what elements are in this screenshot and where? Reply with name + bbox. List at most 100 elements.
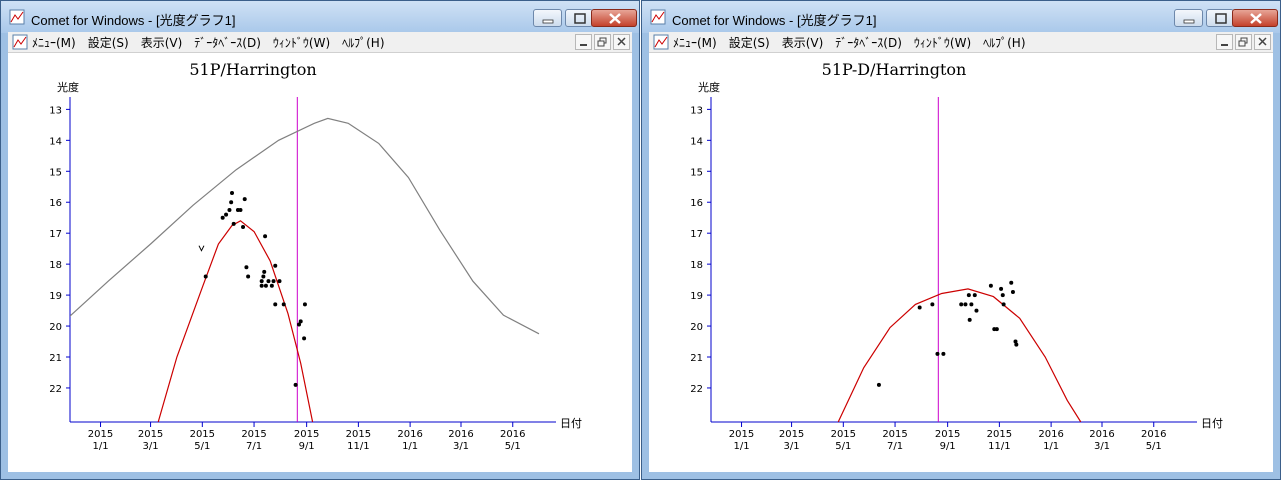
observation-point xyxy=(266,279,271,284)
observation-point xyxy=(273,302,278,307)
x-tick-label-year: 2015 xyxy=(88,429,113,440)
x-tick-label-date: 1/1 xyxy=(92,441,108,452)
graph-app-icon xyxy=(650,9,666,25)
observation-point xyxy=(959,302,964,307)
observation-point xyxy=(229,200,234,205)
menu-item-database[interactable]: ﾃﾞｰﾀﾍﾞｰｽ(D) xyxy=(835,36,902,50)
chart-title: 51P-D/Harrington xyxy=(822,60,967,79)
window-title: Comet for Windows - [光度グラフ1] xyxy=(672,13,877,28)
maximize-button[interactable] xyxy=(565,9,593,27)
minimize-button[interactable] xyxy=(1174,9,1203,27)
y-tick-label: 20 xyxy=(690,322,703,333)
maximize-button[interactable] xyxy=(1206,9,1234,27)
magnitude-chart: 51P-D/Harrington 光度 日付 13 14 15 16 17 18 19 20 2… xyxy=(690,60,1223,452)
x-tick-label-date: 5/1 xyxy=(194,441,210,452)
observation-point xyxy=(298,319,303,324)
predicted-light-curve xyxy=(70,117,540,335)
menu-item-database[interactable]: ﾃﾞｰﾀﾍﾞｰｽ(D) xyxy=(194,36,261,50)
graph-client-area: 51P/Harrington 光度 日付 13 14 15 16 17 18 19 20 21 2… xyxy=(8,53,632,472)
menu-item-settings[interactable]: 設定(S) xyxy=(88,36,129,50)
restore-icon xyxy=(1238,37,1248,47)
close-icon xyxy=(609,13,621,24)
x-tick-label-year: 2015 xyxy=(346,429,371,440)
fitted-light-curve xyxy=(157,220,314,422)
observation-point xyxy=(242,197,247,202)
window-title: Comet for Windows - [光度グラフ1] xyxy=(31,13,236,28)
y-tick-label: 22 xyxy=(49,384,62,395)
y-tick-label: 13 xyxy=(690,105,703,116)
observation-point xyxy=(269,283,274,288)
child-minimize-button[interactable] xyxy=(575,34,592,50)
x-tick-label-date: 9/1 xyxy=(940,441,956,452)
x-tick-label-date: 1/1 xyxy=(733,441,749,452)
observation-point xyxy=(999,286,1004,291)
y-tick-label: 16 xyxy=(690,198,703,209)
observation-point xyxy=(1010,290,1015,294)
observation-point xyxy=(963,302,968,307)
close-button[interactable] xyxy=(591,9,637,27)
observation-point xyxy=(972,293,977,298)
fitted-light-curve xyxy=(837,288,1082,422)
graph-doc-icon[interactable] xyxy=(12,34,28,50)
observation-point xyxy=(263,283,268,288)
observation-point xyxy=(277,279,282,284)
observation-point xyxy=(966,293,971,298)
observation-point xyxy=(262,269,267,274)
observation-point xyxy=(967,317,972,322)
observation-point xyxy=(230,190,234,195)
menu-item-menu[interactable]: ﾒﾆｭｰ(M) xyxy=(32,36,76,50)
x-tick-label-date: 3/1 xyxy=(784,441,800,452)
x-tick-label-year: 2015 xyxy=(779,429,804,440)
menu-item-window[interactable]: ｳｨﾝﾄﾞｳ(W) xyxy=(273,36,330,50)
title-bar[interactable]: Comet for Windows - [光度グラフ1] xyxy=(1,1,639,33)
child-restore-button[interactable] xyxy=(1235,34,1252,50)
menu-item-help[interactable]: ﾍﾙﾌﾟ(H) xyxy=(342,36,384,50)
minimize-icon xyxy=(542,19,554,24)
x-tick-label-date: 11/1 xyxy=(988,441,1010,452)
title-bar[interactable]: Comet for Windows - [光度グラフ1] xyxy=(642,1,1280,33)
x-tick-label-year: 2015 xyxy=(987,429,1012,440)
graph-doc-icon[interactable] xyxy=(653,34,669,50)
chart-title: 51P/Harrington xyxy=(189,60,316,79)
child-minimize-button[interactable] xyxy=(1216,34,1233,50)
child-close-button[interactable] xyxy=(613,34,630,50)
y-tick-label: 19 xyxy=(690,291,703,302)
menu-item-window[interactable]: ｳｨﾝﾄﾞｳ(W) xyxy=(914,36,971,50)
observation-point xyxy=(246,274,251,279)
x-tick-label-year: 2015 xyxy=(882,429,907,440)
x-tick-label-year: 2015 xyxy=(190,429,215,440)
y-tick-label: 13 xyxy=(49,105,62,116)
observation-point xyxy=(935,351,940,356)
child-restore-button[interactable] xyxy=(594,34,611,50)
observation-point xyxy=(1000,293,1005,298)
y-tick-label: 14 xyxy=(49,136,62,147)
y-tick-label: 21 xyxy=(690,353,703,364)
x-tick-label-year: 2016 xyxy=(500,429,525,440)
y-tick-label: 14 xyxy=(690,136,703,147)
observation-point xyxy=(281,302,286,307)
observation-point xyxy=(930,302,935,307)
y-tick-label: 16 xyxy=(49,198,62,209)
upper-limit-marker xyxy=(198,245,205,252)
x-tick-label-date: 7/1 xyxy=(246,441,262,452)
menu-item-settings[interactable]: 設定(S) xyxy=(729,36,770,50)
observation-point xyxy=(263,234,268,239)
observation-point xyxy=(220,215,225,220)
menu-item-help[interactable]: ﾍﾙﾌﾟ(H) xyxy=(983,36,1025,50)
minimize-button[interactable] xyxy=(533,9,562,27)
menu-item-menu[interactable]: ﾒﾆｭｰ(M) xyxy=(673,36,717,50)
observation-point xyxy=(969,302,974,307)
menu-item-view[interactable]: 表示(V) xyxy=(782,36,824,50)
menu-item-view[interactable]: 表示(V) xyxy=(141,36,183,50)
graph-app-icon xyxy=(9,9,25,25)
x-tick-label-date: 5/1 xyxy=(835,441,851,452)
observation-point xyxy=(244,265,249,270)
y-tick-label: 18 xyxy=(690,260,703,271)
y-tick-label: 22 xyxy=(690,384,703,395)
restore-icon xyxy=(1215,13,1227,24)
menu-bar: ﾒﾆｭｰ(M) 設定(S) 表示(V) ﾃﾞｰﾀﾍﾞｰｽ(D) ｳｨﾝﾄﾞｳ(W) ﾍﾙﾌ… xyxy=(649,32,1273,53)
restore-icon xyxy=(574,13,586,24)
child-close-button[interactable] xyxy=(1254,34,1271,50)
close-button[interactable] xyxy=(1232,9,1278,27)
observation-point xyxy=(988,283,993,288)
